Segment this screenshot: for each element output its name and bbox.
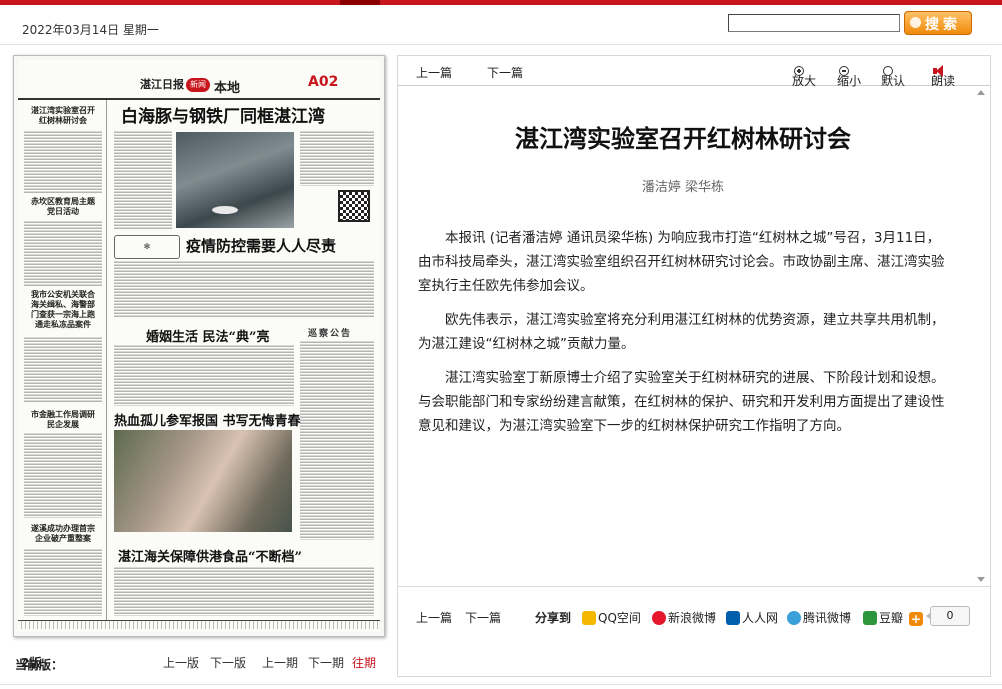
search-icon <box>910 17 921 28</box>
article-bottom-divider <box>398 586 990 587</box>
page-footer <box>18 620 380 629</box>
past-issues-link[interactable]: 往期 <box>352 656 376 670</box>
share-count: 0 <box>926 606 970 626</box>
scroll-down-icon[interactable] <box>977 577 985 582</box>
qr-code <box>338 190 370 222</box>
article-text-block <box>24 432 102 518</box>
share-qzone-label: QQ空间 <box>598 611 641 625</box>
share-bar: 上一篇 下一篇 分享到 QQ空间 新浪微博 人人网 腾讯微博 豆瓣 + 0 <box>398 606 990 630</box>
plus-icon: + <box>909 612 923 626</box>
current-page-label: 当前版： <box>15 658 64 672</box>
share-renren[interactable]: 人人网 <box>726 609 778 626</box>
page-code: A02 <box>308 74 339 90</box>
newspaper-page-image[interactable]: 湛江日报 新闻 本地 A02 湛江湾实验室召开红树林研讨会 赤坎区教育局主题党日… <box>13 55 385 637</box>
share-tencent-weibo-label: 腾讯微博 <box>803 611 852 625</box>
prev-article-link[interactable]: 上一篇 <box>416 64 452 81</box>
page-masthead: 湛江日报 新闻 本地 A02 <box>18 60 380 100</box>
newspaper-page: 湛江日报 新闻 本地 A02 湛江湾实验室召开红树林研讨会 赤坎区教育局主题党日… <box>18 60 380 632</box>
share-more-button[interactable]: + <box>909 609 925 626</box>
zoom-out-icon <box>839 66 849 76</box>
side-headline[interactable]: 遂溪成功办理首宗企业破产重整案 <box>28 524 98 544</box>
share-label: 分享到 <box>535 611 572 625</box>
article-text-block <box>24 130 102 194</box>
article-text-block <box>24 336 102 402</box>
section-badge: 新闻 <box>186 78 210 92</box>
article-text-block <box>24 220 102 286</box>
weibo-icon <box>652 611 666 625</box>
default-size-icon <box>883 66 893 76</box>
column-rule <box>106 100 107 620</box>
zoom-in-button[interactable]: 放大 <box>792 64 816 88</box>
article-panel: 上一篇 下一篇 放大 缩小 默认 朗读 湛江湾实验室召开红树林研讨会 潘洁婷 梁… <box>397 55 991 677</box>
article-text-block <box>24 548 102 616</box>
current-date: 2022年03月14日 星期一 <box>22 23 159 37</box>
article-text-block <box>300 130 374 186</box>
article-paragraph: 本报讯 (记者潘洁婷 通讯员梁华栋) 为响应我市打造“红树林之城”号召，3月11… <box>418 230 945 294</box>
article-text-block <box>114 260 374 318</box>
notice-text-block <box>300 340 374 540</box>
share-qzone[interactable]: QQ空间 <box>582 609 641 626</box>
footer-divider <box>0 684 1002 685</box>
article-paragraph: 湛江湾实验室丁新原博士介绍了实验室关于红树林研究的进展、下阶段计划和设想。与会职… <box>418 370 945 434</box>
zoom-out-button[interactable]: 缩小 <box>837 64 861 88</box>
article-toolbar: 上一篇 下一篇 放大 缩小 默认 朗读 <box>398 56 990 88</box>
article-body: 本报讯 (记者潘洁婷 通讯员梁华栋) 为响应我市打造“红树林之城”号召，3月11… <box>418 226 950 448</box>
share-weibo[interactable]: 新浪微博 <box>652 609 716 626</box>
headline-orphan-soldier[interactable]: 热血孤儿参军报国 书写无悔青春 <box>114 410 301 429</box>
headline-dolphin[interactable]: 白海豚与钢铁厂同框湛江湾 <box>121 102 325 127</box>
campaign-emblem: ✻ <box>114 235 180 259</box>
article-title: 湛江湾实验室召开红树林研讨会 <box>515 125 851 153</box>
newspaper-logo: 湛江日报 <box>140 78 184 91</box>
headline-civil-code[interactable]: 婚姻生活 民法“典”亮 <box>146 326 269 345</box>
share-douban-label: 豆瓣 <box>879 611 904 625</box>
default-size-button[interactable]: 默认 <box>881 64 905 88</box>
article-byline: 潘洁婷 梁华栋 <box>641 180 725 195</box>
article-text-block <box>114 130 172 230</box>
zoom-in-icon <box>794 66 804 76</box>
article-text-block <box>114 566 374 616</box>
article-content[interactable]: 湛江湾实验室召开红树林研讨会 潘洁婷 梁华栋 本报讯 (记者潘洁婷 通讯员梁华栋… <box>398 86 988 586</box>
share-tencent-weibo[interactable]: 腾讯微博 <box>787 609 851 626</box>
side-headline[interactable]: 赤坎区教育局主题党日活动 <box>28 197 98 217</box>
scroll-up-icon[interactable] <box>977 90 985 95</box>
share-renren-label: 人人网 <box>742 611 779 625</box>
bottom-prev-article-link[interactable]: 上一篇 <box>416 609 452 626</box>
article-text-block <box>114 344 294 406</box>
side-headline[interactable]: 湛江湾实验室召开红树林研讨会 <box>28 106 98 126</box>
top-color-bar <box>0 0 1002 5</box>
article-scrollbar[interactable] <box>974 86 988 586</box>
dolphin-photo <box>176 132 294 228</box>
current-page: 当前版： 2版 <box>15 654 63 672</box>
headline-epidemic[interactable]: 疫情防控需要人人尽责 <box>186 235 336 256</box>
prev-page-link[interactable]: 上一版 <box>163 656 199 670</box>
next-page-link[interactable]: 下一版 <box>210 656 246 670</box>
page-navigation: 当前版： 2版 上一版 下一版 上一期 下一期 往期 <box>13 652 383 672</box>
share-douban[interactable]: 豆瓣 <box>863 609 903 626</box>
douban-icon <box>863 611 877 625</box>
next-article-link[interactable]: 下一篇 <box>487 64 523 81</box>
read-aloud-button[interactable]: 朗读 <box>931 64 955 88</box>
speaker-icon <box>933 65 947 77</box>
next-issue-link[interactable]: 下一期 <box>308 656 344 670</box>
header-divider <box>0 44 1002 45</box>
bottom-next-article-link[interactable]: 下一篇 <box>465 609 501 626</box>
search-input[interactable] <box>728 14 900 32</box>
tencent-weibo-icon <box>787 611 801 625</box>
prev-issue-link[interactable]: 上一期 <box>262 656 298 670</box>
section-name: 本地 <box>214 81 241 96</box>
search-button-label: 搜索 <box>925 16 961 32</box>
side-headline[interactable]: 市金融工作局调研民企发展 <box>28 410 98 430</box>
notice-title: 巡察公告 <box>308 329 353 339</box>
article-paragraph: 欧先伟表示，湛江湾实验室将充分利用湛江红树林的优势资源，建立共享共用机制，为湛江… <box>418 312 945 352</box>
search-button[interactable]: 搜索 <box>904 11 972 35</box>
side-headline[interactable]: 我市公安机关联合海关缉私、海警部门查获一宗海上跑通走私冻品案件 <box>28 290 98 330</box>
headline-customs[interactable]: 湛江海关保障供港食品“不断档” <box>118 546 302 565</box>
renren-icon <box>726 611 740 625</box>
share-weibo-label: 新浪微博 <box>668 611 717 625</box>
qzone-icon <box>582 611 596 625</box>
soldier-photo <box>114 430 292 532</box>
